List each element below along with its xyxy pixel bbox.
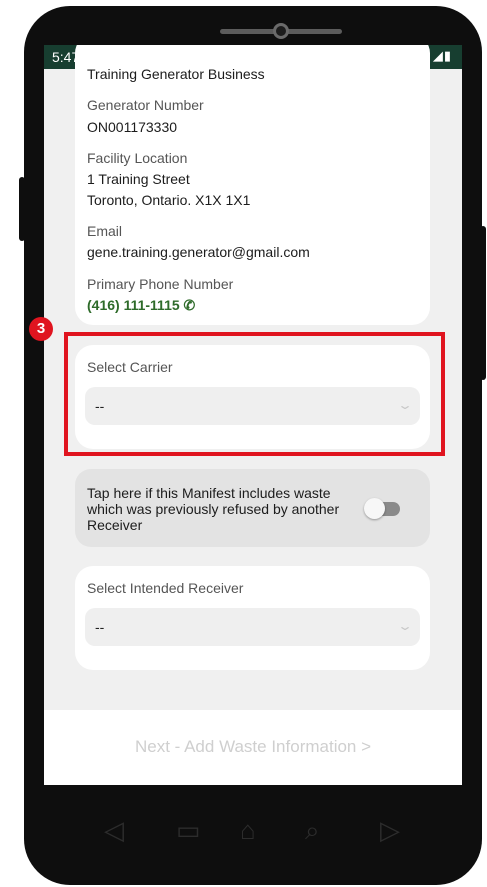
generator-number-label: Generator Number — [87, 97, 204, 113]
receiver-card: Select Intended Receiver -- ⌄ — [75, 566, 430, 670]
step-number-badge: 3 — [29, 317, 53, 341]
side-button-right — [480, 226, 486, 380]
side-button-left — [19, 177, 25, 241]
generator-number-value: ON001173330 — [87, 119, 178, 135]
receiver-label: Select Intended Receiver — [87, 580, 244, 596]
forward-icon[interactable]: ▷ — [380, 815, 400, 846]
chevron-down-icon: ⌄ — [396, 619, 414, 633]
next-add-waste-button[interactable]: Next - Add Waste Information > — [44, 737, 462, 757]
facility-address-line2: Toronto, Ontario. X1X 1X1 — [87, 192, 251, 208]
phone-label: Primary Phone Number — [87, 276, 234, 292]
bottom-action-bar: Next - Add Waste Information > — [44, 710, 462, 785]
phone-call-icon: ✆ — [183, 297, 196, 313]
android-nav-bar: ◁ ▭ ⌂ ⌕ ▷ — [0, 815, 487, 855]
recent-apps-icon[interactable]: ▭ — [176, 815, 201, 846]
phone-value: (416) 111-1115 — [87, 297, 180, 313]
camera-icon — [273, 23, 289, 39]
receiver-select[interactable]: -- ⌄ — [85, 608, 420, 646]
back-icon[interactable]: ◁ — [104, 815, 124, 846]
email-value: gene.training.generator@gmail.com — [87, 244, 310, 260]
receiver-selected-value: -- — [95, 619, 105, 635]
home-icon[interactable]: ⌂ — [240, 815, 256, 846]
facility-address-line1: 1 Training Street — [87, 171, 190, 187]
step-highlight-box — [64, 332, 445, 456]
refused-waste-toggle-knob[interactable] — [364, 498, 385, 519]
refused-waste-toggle-row[interactable]: Tap here if this Manifest includes waste… — [75, 469, 430, 547]
facility-location-label: Facility Location — [87, 150, 188, 166]
business-name: Training Generator Business — [87, 66, 265, 82]
refused-waste-text: Tap here if this Manifest includes waste… — [87, 485, 340, 533]
generator-info-card: Training Generator Business Generator Nu… — [75, 45, 430, 325]
search-icon[interactable]: ⌕ — [305, 815, 320, 847]
email-label: Email — [87, 223, 123, 239]
phone-link[interactable]: (416) 111-1115 ✆ — [87, 297, 195, 314]
